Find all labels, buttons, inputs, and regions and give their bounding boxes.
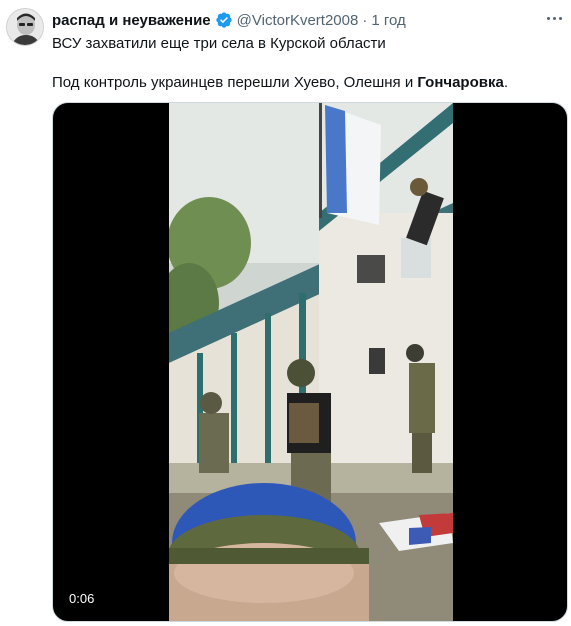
- tweet-timestamp[interactable]: 1 год: [371, 12, 405, 29]
- author-display-name[interactable]: распад и неуважение: [52, 12, 211, 29]
- avatar[interactable]: [6, 8, 44, 46]
- video-frame: [169, 103, 453, 621]
- tweet-header: распад и неуважение @VictorKvert2008 · 1…: [52, 10, 406, 30]
- video-thumbnail: [169, 103, 453, 621]
- tweet-text-line-1: ВСУ захватили еще три села в Курской обл…: [52, 35, 386, 52]
- video-player[interactable]: 0:06: [52, 102, 568, 622]
- avatar-image: [7, 9, 43, 45]
- tweet-text-line-2: Под контроль украинцев перешли Хуево, Ол…: [52, 73, 508, 93]
- tweet-text-suffix: .: [503, 74, 509, 91]
- more-options-icon[interactable]: [542, 8, 566, 28]
- video-duration: 0:06: [63, 590, 101, 607]
- tweet-text-bold: Гончаровка: [417, 74, 504, 91]
- author-handle[interactable]: @VictorKvert2008: [237, 12, 359, 29]
- tweet-text-prefix: Под контроль украинцев перешли Хуево, Ол…: [52, 74, 418, 91]
- tweet-card: распад и неуважение @VictorKvert2008 · 1…: [0, 0, 571, 626]
- separator-dot: ·: [362, 11, 368, 29]
- verified-badge-icon: [215, 12, 232, 28]
